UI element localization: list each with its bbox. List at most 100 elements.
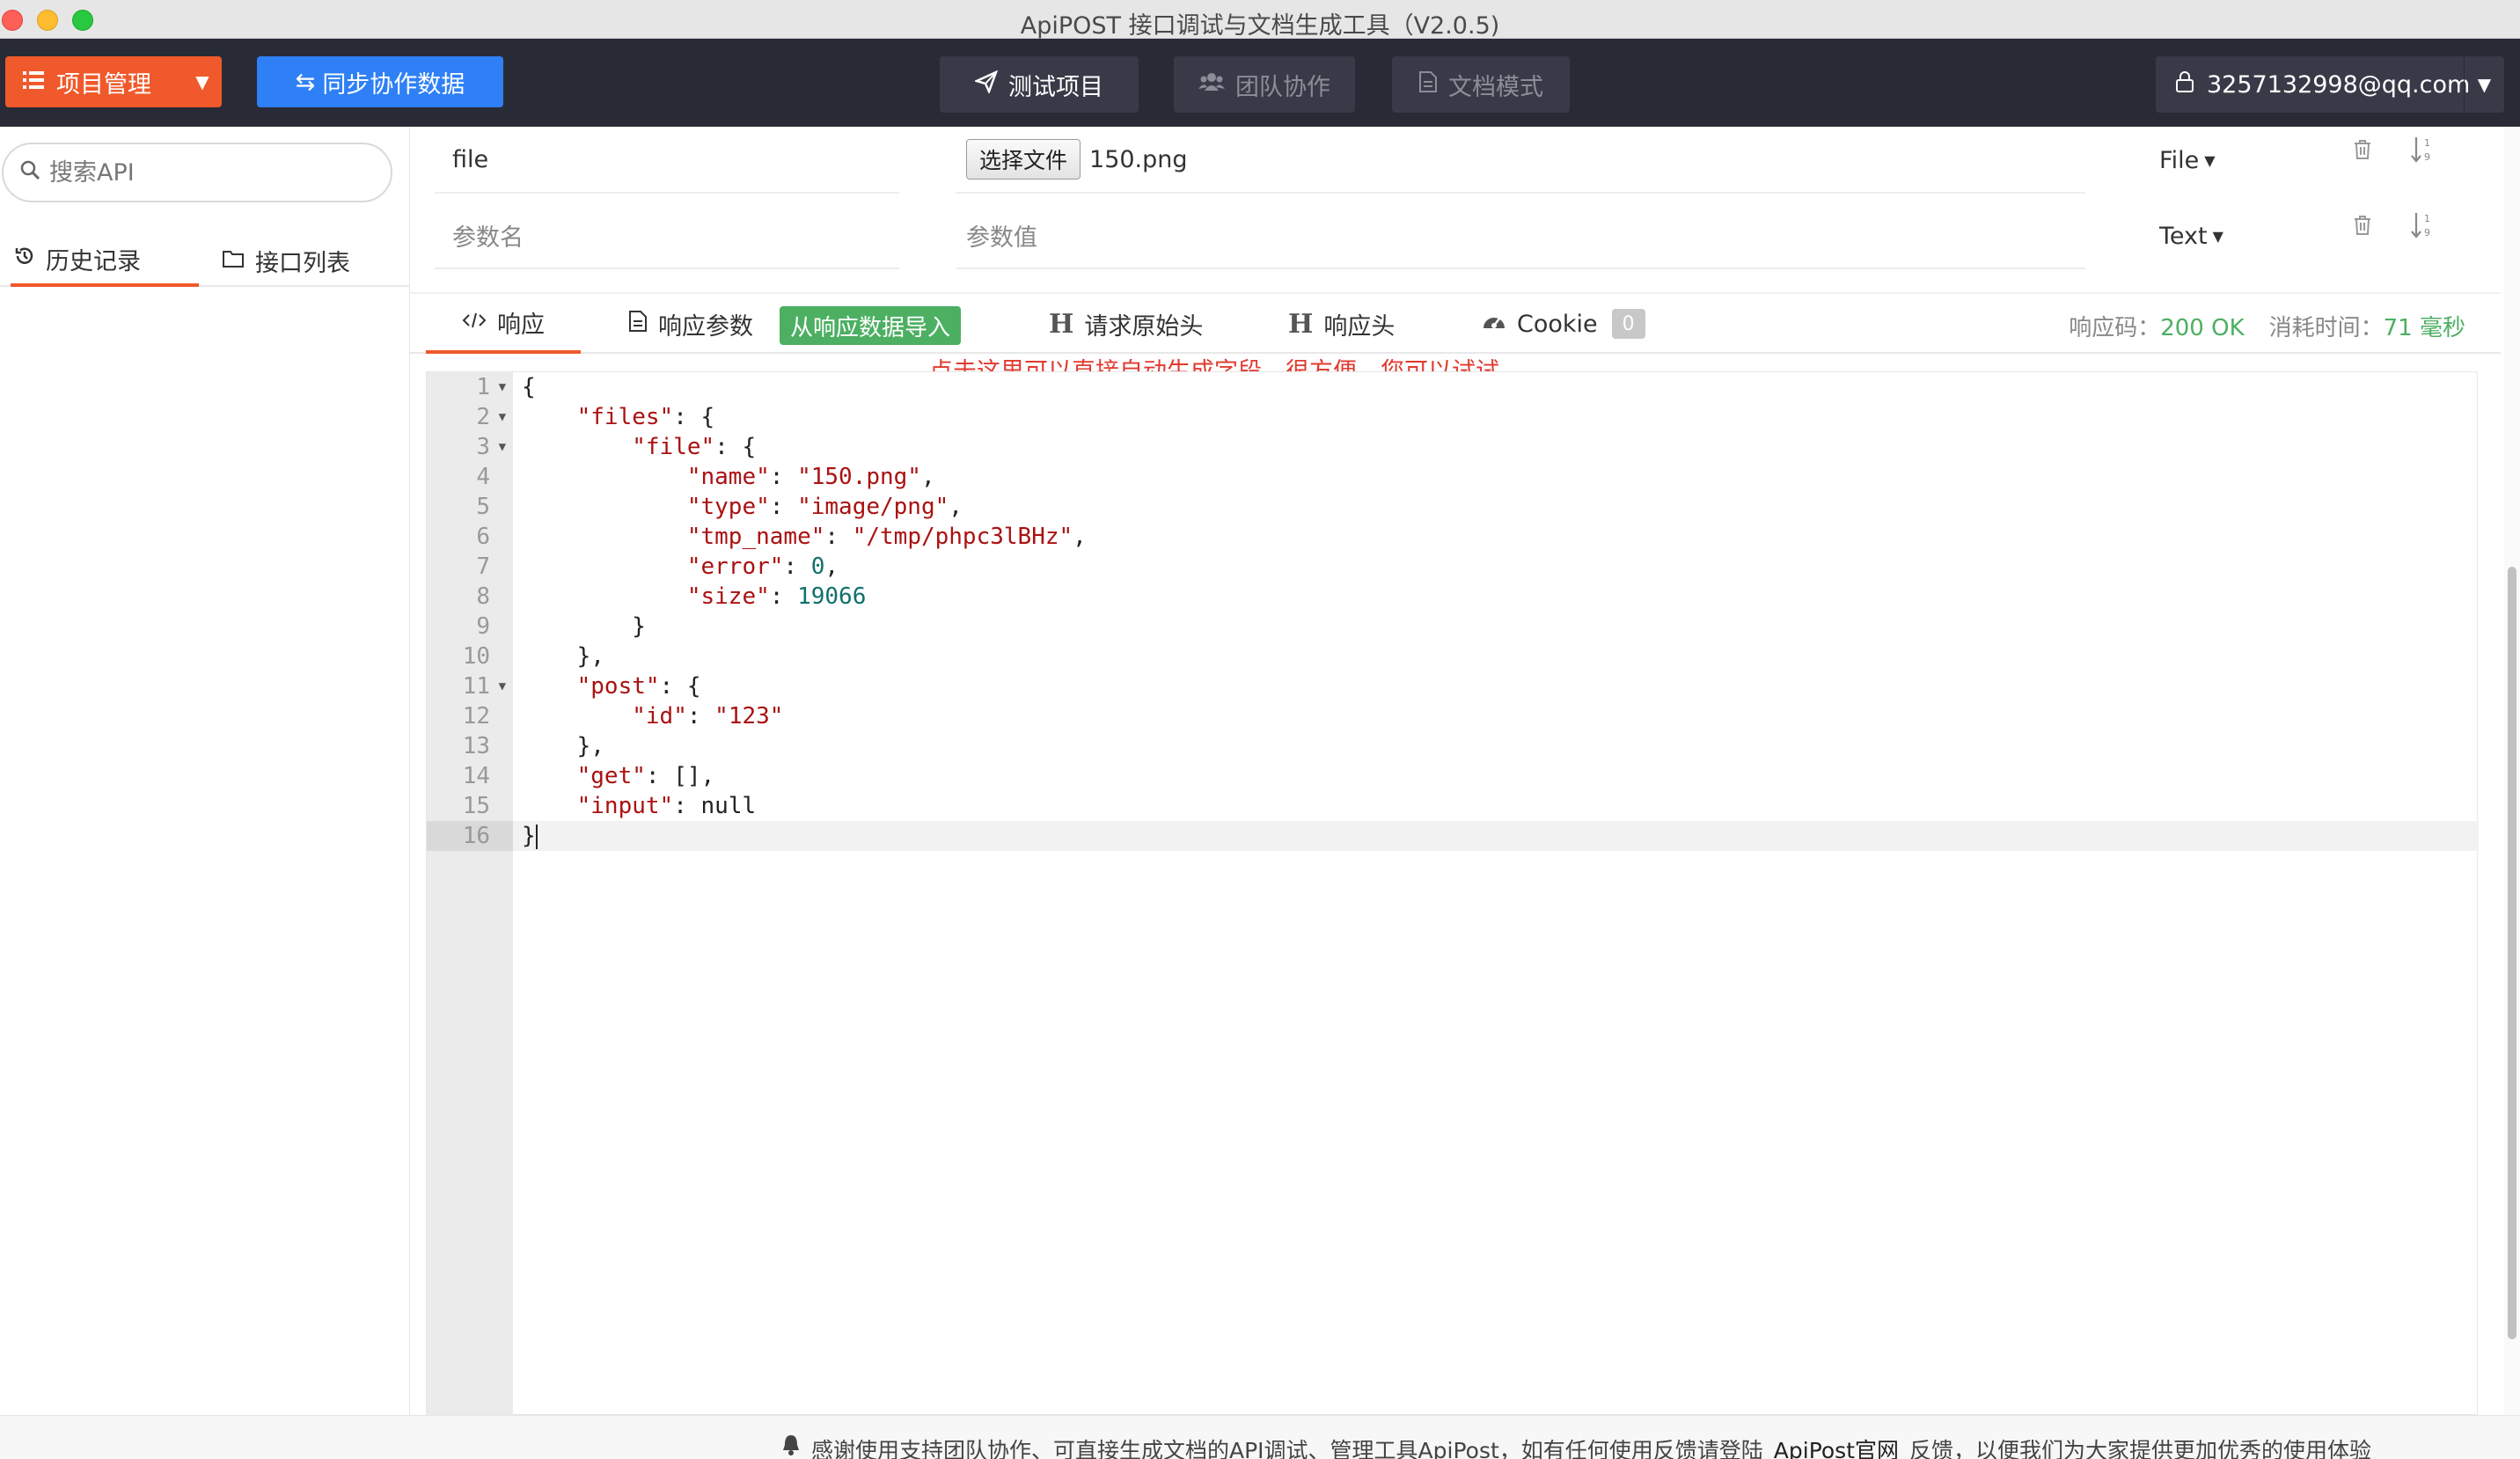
line-number: 7 bbox=[427, 552, 513, 582]
footer-notice: 感谢使用支持团队协作、可直接生成文档的API调试、管理工具ApiPost，如有任… bbox=[781, 1433, 2371, 1459]
line-number: 15 bbox=[427, 791, 513, 821]
line-number-text: 2 bbox=[476, 404, 490, 430]
heading-icon: H bbox=[1049, 308, 1074, 340]
code-line: 14 "get": [], bbox=[427, 761, 2479, 791]
trash-icon[interactable] bbox=[2353, 215, 2372, 242]
sync-icon: ⇆ bbox=[295, 68, 316, 96]
sort-numeric-icon[interactable]: 19 bbox=[2411, 136, 2436, 170]
code-line: 7 "error": 0, bbox=[427, 552, 2479, 582]
official-site-link[interactable]: ApiPost官网 bbox=[1774, 1433, 1899, 1459]
json-string: "123" bbox=[714, 703, 784, 730]
heading-icon: H bbox=[1288, 308, 1314, 340]
status-code-label: 响应码： bbox=[2069, 315, 2161, 341]
fold-arrow-icon[interactable]: ▼ bbox=[499, 372, 506, 402]
sort-numeric-icon[interactable]: 19 bbox=[2411, 211, 2436, 246]
line-number: 14 bbox=[427, 761, 513, 791]
param-type-select[interactable]: Text ▼ bbox=[2159, 211, 2247, 260]
main-scrollbar[interactable] bbox=[2504, 127, 2520, 1415]
list-icon bbox=[23, 69, 44, 96]
tab-doc-mode[interactable]: 文档模式 bbox=[1392, 56, 1570, 113]
code-line: 1 ▼{ bbox=[427, 372, 2479, 402]
line-number: 4 bbox=[427, 462, 513, 492]
line-number-text: 1 bbox=[476, 374, 490, 400]
tab-response[interactable]: 响应 bbox=[426, 294, 581, 354]
bell-icon bbox=[781, 1433, 801, 1459]
tab-response-params[interactable]: 响应参数 bbox=[628, 294, 753, 354]
tab-raw-request-headers[interactable]: H 请求原始头 bbox=[1049, 294, 1203, 354]
line-number-text: 15 bbox=[462, 793, 490, 819]
project-management-button[interactable]: 项目管理 ▼ bbox=[5, 56, 222, 107]
trash-icon[interactable] bbox=[2353, 139, 2372, 166]
choose-file-button[interactable]: 选择文件 bbox=[966, 139, 1081, 180]
response-status: 响应码：200 OK 消耗时间：71 毫秒 bbox=[2069, 310, 2465, 342]
search-input[interactable] bbox=[49, 158, 366, 187]
editor-code: 1 ▼{ 2 ▼ "files": { 3 ▼ "file": { 4 "name":… bbox=[427, 372, 2479, 851]
elapsed-time-value: 71 毫秒 bbox=[2383, 315, 2465, 341]
param-type-select[interactable]: File ▼ bbox=[2159, 136, 2247, 185]
tab-team-collab[interactable]: 团队协作 bbox=[1174, 56, 1355, 113]
sidebar-tabs: 历史记录 接口列表 bbox=[0, 234, 410, 287]
param-value-placeholder: 参数值 bbox=[966, 224, 1037, 252]
sync-data-button[interactable]: ⇆ 同步协作数据 bbox=[257, 56, 503, 107]
line-number-text: 13 bbox=[462, 733, 490, 759]
line-number: 16 bbox=[427, 821, 513, 851]
line-number: 10 bbox=[427, 642, 513, 671]
footer-text-2: 反馈，以便我们为大家提供更加优秀的使用体验 bbox=[1909, 1438, 2372, 1459]
history-icon bbox=[14, 246, 35, 273]
sync-data-label: 同步协作数据 bbox=[322, 70, 465, 99]
tab-api-list-label: 接口列表 bbox=[255, 249, 350, 277]
line-number-text: 9 bbox=[476, 613, 490, 640]
response-code-editor[interactable]: 1 ▼{ 2 ▼ "files": { 3 ▼ "file": { 4 "name":… bbox=[426, 371, 2479, 1416]
code-line: 4 "name": "150.png", bbox=[427, 462, 2479, 492]
param-name-field[interactable]: 参数名 bbox=[435, 202, 899, 269]
tab-response-headers[interactable]: H 响应头 bbox=[1288, 294, 1395, 354]
json-key: "post" bbox=[576, 673, 660, 700]
line-number: 9 bbox=[427, 612, 513, 642]
code-line: 3 ▼ "file": { bbox=[427, 432, 2479, 462]
main-panel: file 选择文件 150.png File ▼ 19 参数名 参数值 Text… bbox=[410, 127, 2501, 1416]
tab-api-list[interactable]: 接口列表 bbox=[222, 234, 350, 287]
file-text-icon bbox=[628, 310, 648, 339]
top-navigation: 项目管理 ▼ ⇆ 同步协作数据 测试项目 团队协作 文档模式 325713299… bbox=[0, 39, 2520, 127]
json-key: "tmp_name" bbox=[686, 524, 825, 550]
tab-test-project[interactable]: 测试项目 bbox=[940, 56, 1139, 113]
code-line: 11 ▼ "post": { bbox=[427, 671, 2479, 701]
code-line: 13 }, bbox=[427, 731, 2479, 761]
json-string: "/tmp/phpc3lBHz" bbox=[852, 524, 1073, 550]
param-value-field[interactable]: 参数值 bbox=[956, 202, 2085, 269]
param-name-field[interactable]: file bbox=[435, 127, 899, 194]
tab-cookie-label: Cookie bbox=[1517, 310, 1598, 338]
tab-response-params-label: 响应参数 bbox=[658, 312, 753, 341]
param-value-field: 选择文件 150.png bbox=[956, 127, 2085, 194]
line-number-text: 11 bbox=[462, 673, 490, 700]
line-number: 8 bbox=[427, 582, 513, 612]
import-from-response-button[interactable]: 从响应数据导入 bbox=[780, 306, 962, 345]
fold-arrow-icon[interactable]: ▼ bbox=[499, 432, 506, 462]
fold-arrow-icon[interactable]: ▼ bbox=[499, 402, 506, 432]
code-line: 5 "type": "image/png", bbox=[427, 492, 2479, 522]
line-number-text: 14 bbox=[462, 763, 490, 789]
user-account-menu[interactable]: 3257132998@qq.com ▼ bbox=[2156, 56, 2504, 113]
window-title: ApiPOST 接口调试与文档生成工具（V2.0.5) bbox=[1020, 12, 1500, 40]
json-key: "file" bbox=[632, 434, 715, 460]
json-string: "image/png" bbox=[797, 494, 949, 520]
window-titlebar: ApiPOST 接口调试与文档生成工具（V2.0.5) bbox=[0, 0, 2520, 40]
code-line: 15 "input": null bbox=[427, 791, 2479, 821]
json-key: "error" bbox=[686, 554, 784, 580]
fold-arrow-icon[interactable]: ▼ bbox=[499, 671, 506, 701]
chevron-down-icon[interactable]: ▼ bbox=[2464, 56, 2504, 113]
json-string: "150.png" bbox=[797, 464, 921, 490]
tab-cookie[interactable]: Cookie 0 bbox=[1482, 294, 1645, 354]
chevron-down-icon[interactable]: ▼ bbox=[183, 56, 222, 107]
scrollbar-thumb[interactable] bbox=[2508, 567, 2516, 1339]
tab-history-label: 历史记录 bbox=[46, 247, 141, 275]
line-number-text: 12 bbox=[462, 703, 490, 730]
code-line: 2 ▼ "files": { bbox=[427, 402, 2479, 432]
json-array: [] bbox=[673, 763, 701, 789]
svg-text:9: 9 bbox=[2424, 151, 2430, 163]
line-number: 13 bbox=[427, 731, 513, 761]
json-key: "files" bbox=[576, 404, 674, 430]
document-icon bbox=[1418, 70, 1438, 99]
tab-team-collab-label: 团队协作 bbox=[1235, 73, 1330, 101]
tab-history[interactable]: 历史记录 bbox=[11, 234, 199, 287]
